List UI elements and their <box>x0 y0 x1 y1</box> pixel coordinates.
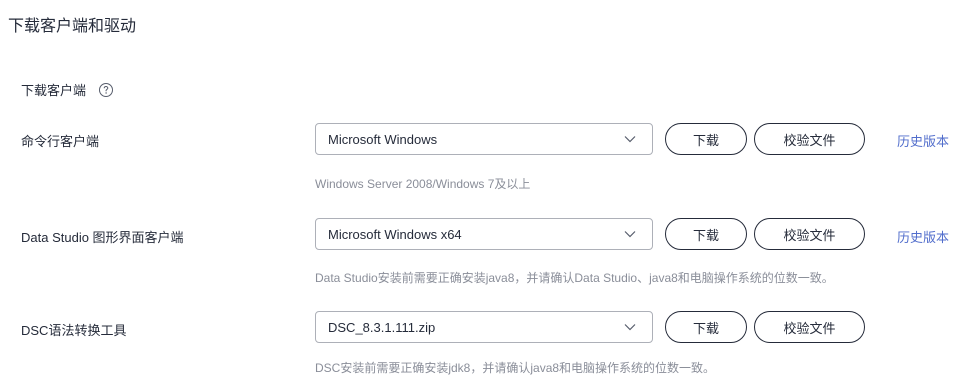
chevron-down-icon <box>624 231 636 238</box>
verify-file-button-dsc-tool[interactable]: 校验文件 <box>754 311 865 343</box>
row-label-dsc-tool: DSC语法转换工具 <box>21 323 127 338</box>
hint-dsc-tool: DSC安装前需要正确安装jdk8，并请确认java8和电脑操作系统的位数一致。 <box>315 361 716 375</box>
select-value: DSC_8.3.1.111.zip <box>328 319 436 335</box>
page-title: 下载客户端和驱动 <box>8 18 137 35</box>
download-button-cli-client[interactable]: 下载 <box>665 123 747 155</box>
chevron-down-icon <box>624 136 636 143</box>
row-label-data-studio: Data Studio 图形界面客户端 <box>21 230 184 245</box>
section-title: 下载客户端 <box>21 80 114 99</box>
hint-cli-client: Windows Server 2008/Windows 7及以上 <box>315 177 531 191</box>
section-title-label: 下载客户端 <box>21 83 87 98</box>
select-value: Microsoft Windows <box>328 131 438 147</box>
verify-file-button-cli-client[interactable]: 校验文件 <box>754 123 865 155</box>
select-value: Microsoft Windows x64 <box>328 226 462 242</box>
os-select-cli-client[interactable]: Microsoft Windows <box>315 123 653 155</box>
chevron-down-icon <box>624 324 636 331</box>
download-button-dsc-tool[interactable]: 下载 <box>665 311 747 343</box>
history-version-link-data-studio[interactable]: 历史版本 <box>897 227 949 246</box>
os-select-data-studio[interactable]: Microsoft Windows x64 <box>315 218 653 250</box>
row-label-cli-client: 命令行客户端 <box>21 134 100 149</box>
help-circle-icon[interactable] <box>98 82 114 98</box>
verify-file-button-data-studio[interactable]: 校验文件 <box>754 218 865 250</box>
hint-data-studio: Data Studio安装前需要正确安装java8，并请确认Data Studi… <box>315 271 834 285</box>
package-select-dsc-tool[interactable]: DSC_8.3.1.111.zip <box>315 311 653 343</box>
history-version-link-cli-client[interactable]: 历史版本 <box>897 131 949 150</box>
download-button-data-studio[interactable]: 下载 <box>665 218 747 250</box>
